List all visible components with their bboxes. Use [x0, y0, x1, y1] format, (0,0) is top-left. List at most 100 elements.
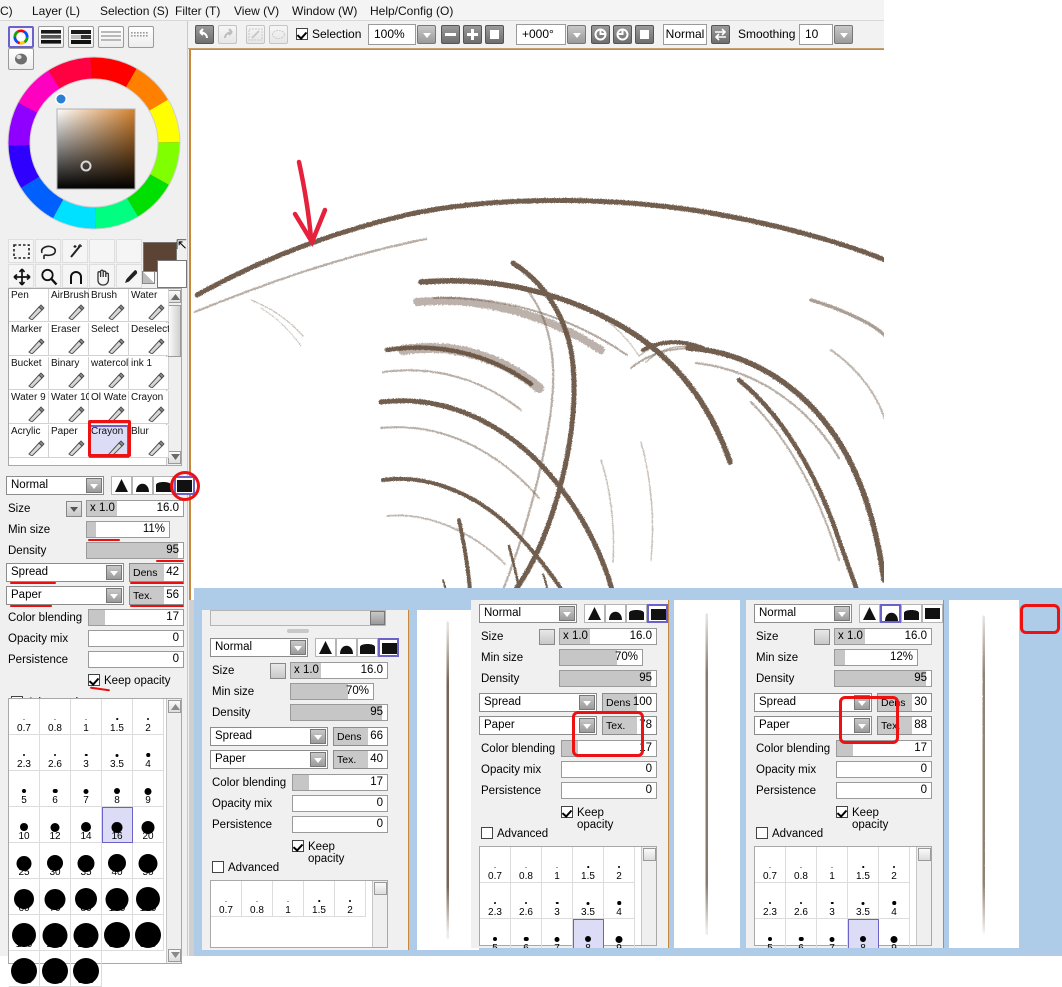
brush-item-water[interactable]: Water	[129, 289, 169, 322]
menu-item-help[interactable]: Help/Config (O)	[370, 4, 453, 18]
scroll-up-icon[interactable]	[374, 882, 387, 895]
triangle-shape-icon[interactable]	[315, 638, 336, 657]
panel-opacitymix-slider[interactable]: 0	[561, 761, 657, 778]
panel-dens-field[interactable]: Dens 100	[602, 693, 657, 712]
square-shape-icon[interactable]	[174, 476, 195, 495]
size-cell-7[interactable]: 7	[71, 771, 102, 807]
round-flat-shape-icon[interactable]	[153, 476, 174, 495]
paper-combo[interactable]: Paper	[6, 586, 124, 605]
rotate-dropdown-icon[interactable]	[567, 25, 586, 44]
chevron-down-icon[interactable]	[854, 695, 870, 710]
panel-minsize-slider[interactable]: 70%	[290, 683, 374, 700]
panel-size-cell-2[interactable]: 2	[604, 847, 635, 883]
zoom-reset-button[interactable]	[485, 25, 504, 44]
selection-checkbox[interactable]	[296, 28, 308, 40]
panel-persistence-slider[interactable]: 0	[836, 782, 932, 799]
panel-size-cell-1[interactable]: 1	[542, 847, 573, 883]
panel-brush-shape-selector[interactable]	[315, 638, 399, 659]
flip-icon[interactable]	[246, 25, 265, 44]
panel-minsize-slider[interactable]: 12%	[834, 649, 918, 666]
panel-persistence-slider[interactable]: 0	[561, 782, 657, 799]
background-color-swatch[interactable]	[157, 260, 187, 288]
panel-size-cell-8[interactable]: 8	[573, 919, 604, 948]
panel-size-cell-6[interactable]: 6	[786, 919, 817, 948]
spread-dens-field[interactable]: Dens 42	[129, 563, 184, 582]
panel-grip[interactable]	[287, 629, 309, 633]
zoom-in-button[interactable]	[463, 25, 482, 44]
panel-density-slider[interactable]: 95	[290, 704, 388, 721]
panel-paper-combo[interactable]: Paper	[754, 716, 872, 735]
brush-item-water-10[interactable]: Water 10	[49, 391, 89, 424]
panel-size-cell-0.7[interactable]: 0.7	[211, 881, 242, 917]
panel-dens-field[interactable]: Dens 30	[877, 693, 932, 712]
magic-wand-icon[interactable]	[62, 239, 88, 263]
colorblending-slider[interactable]: 17	[88, 609, 184, 626]
rotate-icon[interactable]	[62, 264, 88, 288]
minsize-slider[interactable]: 11%	[86, 521, 170, 538]
size-cell-2.3[interactable]: 2.3	[9, 735, 40, 771]
scroll-up-icon[interactable]	[168, 290, 181, 303]
swap-icon[interactable]	[711, 25, 730, 44]
panel-size-cell-9[interactable]: 9	[879, 919, 910, 948]
size-cell-120[interactable]: 120	[133, 879, 164, 915]
size-cell-6[interactable]: 6	[40, 771, 71, 807]
zoom-out-button[interactable]	[441, 25, 460, 44]
square-shape-icon[interactable]	[378, 638, 399, 657]
gradient-split-icon[interactable]	[68, 26, 94, 48]
panel-blend-mode-combo[interactable]: Normal	[210, 638, 308, 657]
size-cell-1[interactable]: 1	[71, 699, 102, 735]
brush-item-airbrush[interactable]: AirBrush	[49, 289, 89, 322]
panel-advanced-checkbox[interactable]	[481, 827, 493, 839]
opacitymix-slider[interactable]: 0	[88, 630, 184, 647]
size-cell-0.7[interactable]: 0.7	[9, 699, 40, 735]
panel-size-field[interactable]: x 1.0 16.0	[290, 662, 388, 679]
size-cell-0.8[interactable]: 0.8	[40, 699, 71, 735]
panel-size-cell-6[interactable]: 6	[511, 919, 542, 948]
brush-item-watercol[interactable]: watercol	[89, 357, 129, 390]
panel-size-cell-3[interactable]: 3	[542, 883, 573, 919]
triangle-shape-icon[interactable]	[111, 476, 132, 495]
keep-opacity-checkbox[interactable]	[88, 674, 100, 686]
size-cell-2.6[interactable]: 2.6	[40, 735, 71, 771]
lines-icon[interactable]	[98, 26, 124, 48]
panel-keep-opacity-checkbox[interactable]	[561, 806, 573, 818]
panel-keep-opacity-checkbox[interactable]	[836, 806, 848, 818]
scroll-down-icon[interactable]	[168, 451, 181, 464]
menu-item-layer[interactable]: Layer (L)	[32, 4, 80, 18]
dome-shape-icon[interactable]	[880, 604, 901, 623]
panel-size-cell-2[interactable]: 2	[335, 881, 366, 917]
square-shape-icon[interactable]	[647, 604, 668, 623]
panel-size-grid-scrollbar[interactable]	[641, 847, 656, 945]
scroll-up-icon[interactable]	[168, 700, 181, 713]
size-cell-2[interactable]: 2	[133, 699, 164, 735]
size-dropdown-icon[interactable]	[66, 501, 82, 517]
size-cell-100[interactable]: 100	[102, 879, 133, 915]
chevron-down-icon[interactable]	[834, 606, 850, 621]
size-cell-450[interactable]: 450	[40, 951, 71, 987]
panel-size-cell-5[interactable]: 5	[755, 919, 786, 948]
scroll-up-icon[interactable]	[643, 848, 656, 861]
menu-item-window[interactable]: Window (W)	[292, 4, 357, 18]
size-cell-200[interactable]: 200	[40, 915, 71, 951]
brush-item-binary[interactable]: Binary	[49, 357, 89, 390]
panel-persistence-slider[interactable]: 0	[292, 816, 388, 833]
panel-tex-field[interactable]: Tex. 78	[602, 716, 657, 735]
panel-tex-field[interactable]: Tex. 88	[877, 716, 932, 735]
size-cell-5[interactable]: 5	[9, 771, 40, 807]
brush-item-blur[interactable]: Blur	[129, 425, 169, 458]
brush-item-ink-1[interactable]: ink 1	[129, 357, 169, 390]
square-shape-icon[interactable]	[922, 604, 943, 623]
brush-item-crayon[interactable]: Crayon	[129, 391, 169, 424]
size-cell-80[interactable]: 80	[71, 879, 102, 915]
rotate-value[interactable]: +000°	[516, 24, 566, 45]
dome-shape-icon[interactable]	[605, 604, 626, 623]
density-slider[interactable]: 95	[86, 542, 184, 559]
panel-size-cell-0.8[interactable]: 0.8	[786, 847, 817, 883]
panel-tex-field[interactable]: Tex. 40	[333, 750, 388, 769]
panel-size-cell-1[interactable]: 1	[273, 881, 304, 917]
brush-tool-list[interactable]: Pen AirBrush Brush Water Marker Eraser Select D…	[8, 288, 182, 466]
size-cell-250[interactable]: 250	[71, 915, 102, 951]
brush-item-water-9[interactable]: Water 9	[9, 391, 49, 424]
panel-size-cell-4[interactable]: 4	[879, 883, 910, 919]
panel-size-cell-0.7[interactable]: 0.7	[755, 847, 786, 883]
